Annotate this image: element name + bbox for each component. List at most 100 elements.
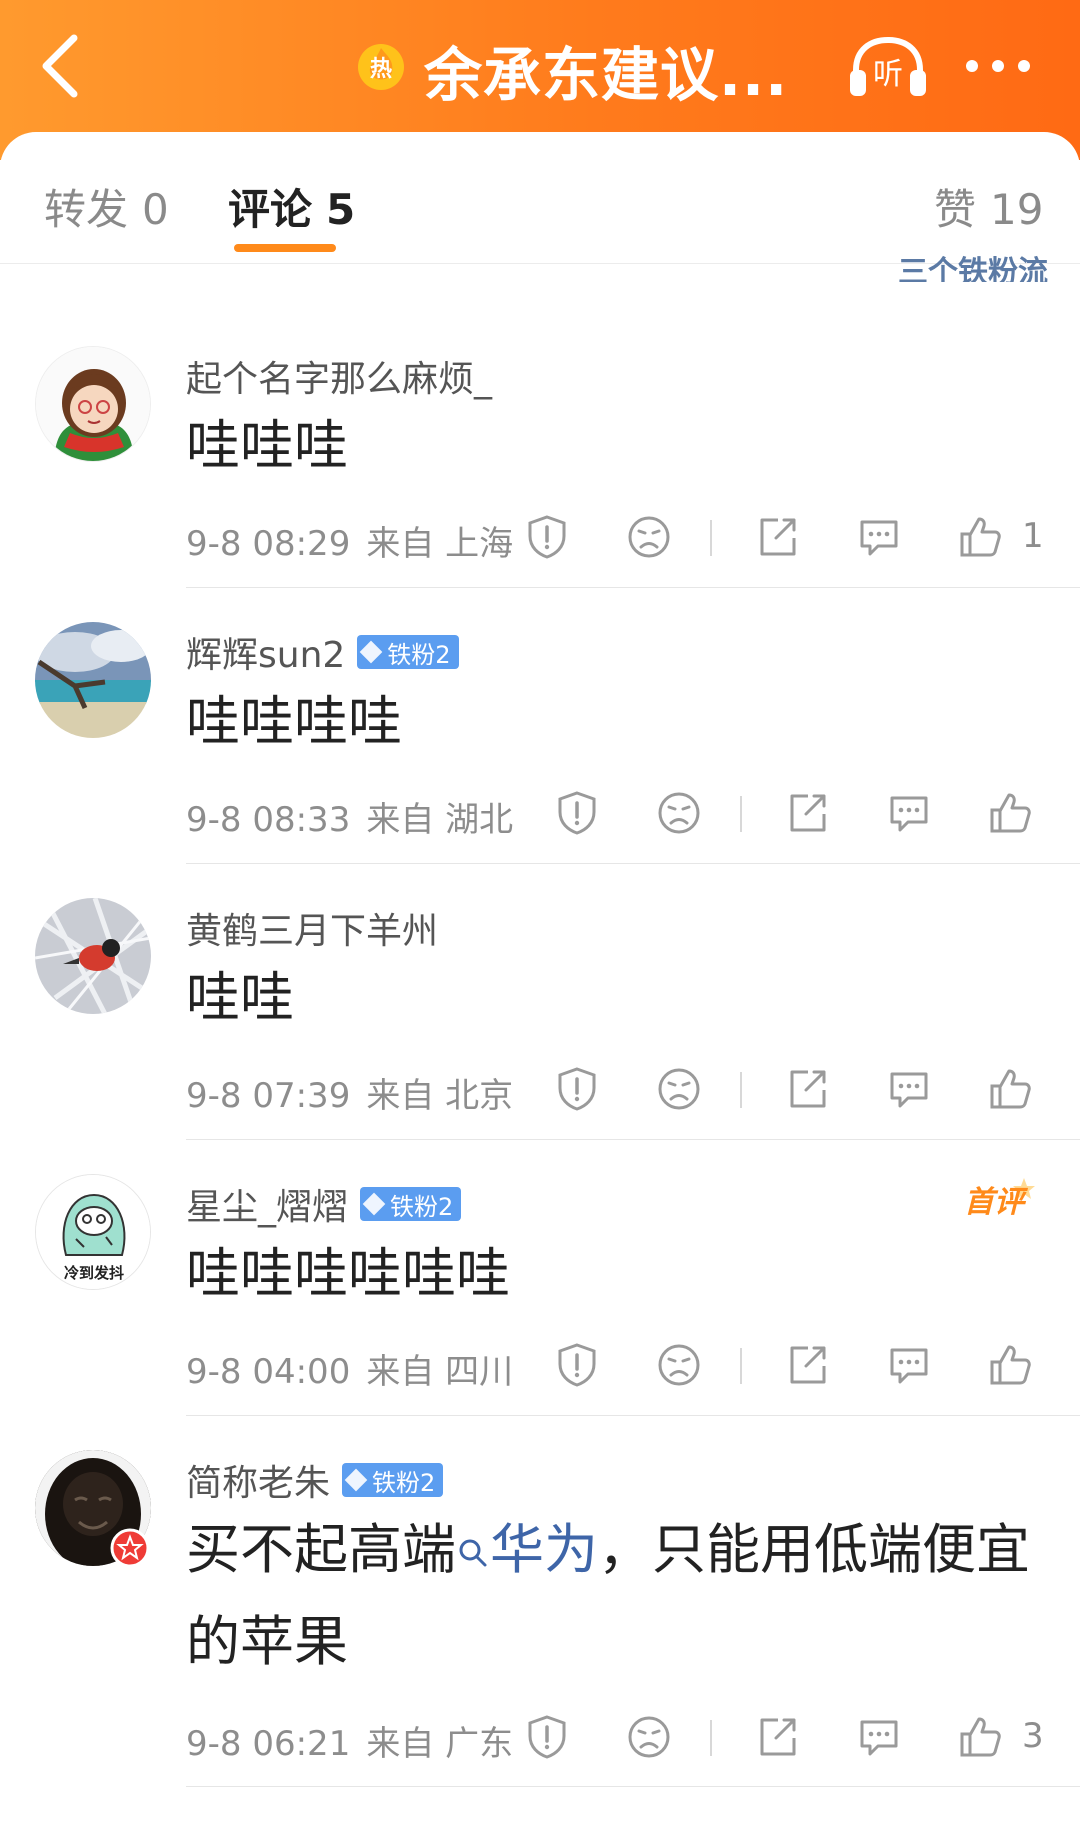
reply-button[interactable] bbox=[856, 514, 902, 560]
like-button[interactable] bbox=[988, 790, 1034, 836]
comment-text: 哇哇哇 bbox=[186, 414, 348, 477]
diamond-icon bbox=[362, 1192, 386, 1216]
comment-meta: 9-8 08:33 来自 湖北 bbox=[186, 792, 513, 841]
tab-comments-label: 评论 bbox=[228, 185, 313, 234]
report-button[interactable] bbox=[524, 514, 570, 560]
comment-username[interactable]: 辉辉sun2 bbox=[186, 626, 345, 678]
shield-alert-icon bbox=[558, 791, 596, 835]
thumbs-up-icon bbox=[990, 1069, 1031, 1109]
comment-username[interactable]: 简称老朱 bbox=[186, 1454, 330, 1506]
comment-username[interactable]: 起个名字那么麻烦_ bbox=[186, 350, 492, 402]
comment-time: 9-8 04:00 bbox=[186, 1352, 351, 1392]
avatar[interactable] bbox=[35, 898, 151, 1014]
page-title: 余承东建议... bbox=[424, 41, 789, 109]
reply-button[interactable] bbox=[856, 1714, 902, 1760]
share-button[interactable] bbox=[784, 1342, 830, 1388]
comment-username[interactable]: 星尘_熠熠 bbox=[186, 1178, 348, 1230]
like-button[interactable] bbox=[958, 514, 1004, 560]
tab-comments-count: 5 bbox=[326, 185, 356, 234]
report-button[interactable] bbox=[524, 1714, 570, 1760]
report-button[interactable] bbox=[554, 790, 600, 836]
comment-text-part: 买不起高端 bbox=[186, 1518, 456, 1581]
share-icon bbox=[790, 1070, 826, 1108]
thumbs-up-icon bbox=[990, 1345, 1031, 1385]
reply-button[interactable] bbox=[886, 1066, 932, 1112]
avatar[interactable] bbox=[35, 346, 151, 462]
comment-icon bbox=[890, 1348, 928, 1384]
tab-likes-count: 19 bbox=[990, 185, 1044, 234]
listen-label: 听 bbox=[873, 57, 903, 92]
listen-button[interactable]: 听 bbox=[846, 34, 930, 100]
comment-divider bbox=[186, 1415, 1080, 1416]
share-button[interactable] bbox=[784, 790, 830, 836]
action-separator bbox=[740, 1348, 742, 1384]
fan-level-badge[interactable]: 铁粉2 bbox=[342, 1463, 444, 1497]
sad-face-icon bbox=[658, 1344, 700, 1386]
tab-likes[interactable]: 赞 19 bbox=[934, 176, 1043, 237]
comment-time: 9-8 08:29 bbox=[186, 524, 351, 564]
comment-username-row: 星尘_熠熠 铁粉2 bbox=[186, 1178, 462, 1230]
comment-text: 哇哇 bbox=[186, 966, 294, 1029]
comment-divider bbox=[186, 587, 1080, 588]
action-separator bbox=[740, 1072, 742, 1108]
tab-reposts-count: 0 bbox=[142, 185, 169, 234]
back-button[interactable] bbox=[30, 28, 100, 104]
hot-label: 热 bbox=[370, 56, 392, 82]
dislike-button[interactable] bbox=[656, 1342, 702, 1388]
share-button[interactable] bbox=[754, 1714, 800, 1760]
like-button[interactable] bbox=[988, 1342, 1034, 1388]
more-button[interactable] bbox=[960, 46, 1040, 86]
like-button[interactable] bbox=[988, 1066, 1034, 1112]
avatar[interactable] bbox=[35, 622, 151, 738]
comment-time: 9-8 08:33 bbox=[186, 800, 351, 840]
action-separator bbox=[740, 796, 742, 832]
comment-location: 来自 湖北 bbox=[366, 800, 514, 840]
share-button[interactable] bbox=[784, 1066, 830, 1112]
sad-face-icon bbox=[658, 792, 700, 834]
reply-button[interactable] bbox=[886, 790, 932, 836]
fan-level-badge[interactable]: 铁粉2 bbox=[357, 635, 459, 669]
diamond-icon bbox=[359, 640, 383, 664]
comment-location: 来自 上海 bbox=[366, 524, 514, 564]
share-button[interactable] bbox=[754, 514, 800, 560]
tab-reposts-label: 转发 bbox=[44, 185, 129, 234]
sad-face-icon bbox=[628, 516, 670, 558]
comment-time: 9-8 06:21 bbox=[186, 1724, 351, 1764]
comment-meta: 9-8 04:00 来自 四川 bbox=[186, 1344, 513, 1393]
comment-location: 来自 北京 bbox=[366, 1076, 514, 1116]
tab-comments[interactable]: 评论 5 bbox=[228, 176, 355, 237]
more-dots-icon bbox=[966, 60, 1030, 72]
comment-icon bbox=[890, 1072, 928, 1108]
reply-button[interactable] bbox=[886, 1342, 932, 1388]
comment-icon bbox=[890, 796, 928, 832]
like-button[interactable] bbox=[958, 1714, 1004, 1760]
partially-hidden-text: 三个铁粉流 bbox=[898, 255, 1048, 282]
dislike-button[interactable] bbox=[656, 1066, 702, 1112]
action-separator bbox=[710, 1720, 712, 1756]
like-count: 1 bbox=[1022, 516, 1044, 556]
report-button[interactable] bbox=[554, 1342, 600, 1388]
hot-icon: 热 bbox=[356, 42, 406, 92]
dislike-button[interactable] bbox=[656, 790, 702, 836]
chevron-left-icon bbox=[42, 34, 78, 98]
sad-face-icon bbox=[628, 1716, 670, 1758]
tab-bar: 转发 0 评论 5 赞 19 bbox=[0, 132, 1080, 264]
shield-alert-icon bbox=[558, 1067, 596, 1111]
avatar[interactable]: 冷到发抖 bbox=[35, 1174, 151, 1290]
dislike-button[interactable] bbox=[626, 1714, 672, 1760]
thumbs-up-icon bbox=[960, 517, 1001, 557]
dislike-button[interactable] bbox=[626, 514, 672, 560]
like-count: 3 bbox=[1022, 1716, 1044, 1756]
fan-level-badge[interactable]: 铁粉2 bbox=[360, 1187, 462, 1221]
comment-username[interactable]: 黄鹤三月下羊州 bbox=[186, 902, 438, 954]
comment-username-row: 辉辉sun2 铁粉2 bbox=[186, 626, 459, 678]
comment-divider bbox=[186, 863, 1080, 864]
comment-divider bbox=[186, 1786, 1080, 1787]
comment-meta: 9-8 08:29 来自 上海 bbox=[186, 516, 513, 565]
topic-link[interactable]: 华为 bbox=[456, 1518, 598, 1581]
report-button[interactable] bbox=[554, 1066, 600, 1112]
search-icon bbox=[459, 1539, 487, 1567]
tab-likes-label: 赞 bbox=[934, 185, 977, 234]
tab-reposts[interactable]: 转发 0 bbox=[44, 176, 169, 237]
first-comment-badge: 首评 bbox=[962, 1174, 1042, 1222]
